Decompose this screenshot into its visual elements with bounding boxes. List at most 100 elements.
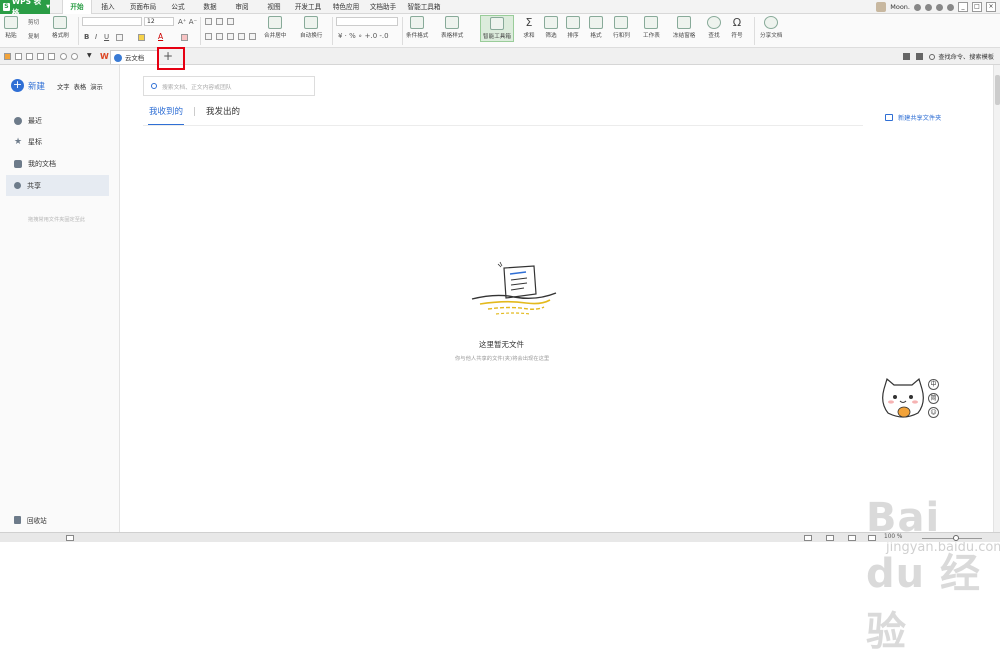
sidebar-item-recent[interactable]: 最近 (0, 110, 108, 131)
zoom-slider-handle[interactable] (953, 534, 959, 541)
new-presentation-link[interactable]: 演示 (90, 82, 103, 91)
save-icon[interactable] (15, 53, 22, 60)
align-right-icon[interactable] (227, 33, 234, 40)
tab-doc-assistant[interactable]: 文档助手 (367, 0, 399, 14)
font-grow-button[interactable]: A⁺ A⁻ (178, 18, 197, 26)
zoom-slider[interactable] (922, 537, 982, 539)
tab-data[interactable]: 数据 (199, 0, 221, 14)
new-share-folder-button[interactable]: 新建共享文件夹 (885, 113, 941, 122)
fill-color-icon[interactable] (138, 34, 145, 41)
page-break-view-icon[interactable] (848, 535, 856, 541)
user-name[interactable]: Moon. (890, 3, 910, 11)
assistant-face-button[interactable]: ☺ (928, 407, 939, 418)
tab-page-layout[interactable]: 页面布局 (124, 0, 162, 14)
share-doc-button[interactable]: 分享文档 (760, 16, 782, 39)
justify-icon[interactable] (238, 33, 245, 40)
sidebar-item-shared[interactable]: 共享 (6, 175, 109, 196)
undo-icon[interactable] (60, 53, 67, 60)
page-layout-view-icon[interactable] (826, 535, 834, 541)
font-name-select[interactable] (82, 17, 142, 26)
scrollbar-thumb[interactable] (995, 75, 1000, 105)
command-search[interactable]: 查找命令、搜索模板 (929, 52, 994, 61)
sort-button[interactable]: 排序 (566, 16, 580, 39)
cut-button[interactable]: 剪切 (28, 18, 39, 26)
format-painter-button[interactable]: 格式刷 (52, 16, 69, 39)
filter-button[interactable]: 筛选 (544, 16, 558, 39)
print-icon[interactable] (37, 53, 44, 60)
scrollbar[interactable] (993, 65, 1000, 532)
row-col-button[interactable]: 行和列 (613, 16, 630, 39)
sheet-nav-icon[interactable] (66, 535, 74, 541)
sum-button[interactable]: Σ 求和 (522, 16, 536, 39)
find-button[interactable]: 查找 (707, 16, 721, 39)
open-folder-icon[interactable] (4, 53, 11, 60)
merge-center-button[interactable]: 合并居中 (264, 16, 286, 39)
tab-review[interactable]: 审阅 (231, 0, 253, 14)
align-center-icon[interactable] (216, 33, 223, 40)
assistant-lang-button[interactable]: 中 (928, 379, 939, 390)
redo-icon[interactable] (71, 53, 78, 60)
tab-features[interactable]: 特色应用 (330, 0, 362, 14)
tab-sent[interactable]: 我发出的 (206, 105, 240, 117)
gear-icon[interactable] (936, 3, 943, 11)
help-icon[interactable] (947, 3, 954, 11)
chevron-down-icon[interactable]: ▼ (87, 52, 92, 59)
border-icon[interactable] (116, 34, 123, 41)
tab-received[interactable]: 我收到的 (149, 105, 183, 117)
fullscreen-icon[interactable] (868, 535, 876, 541)
worksheet-button[interactable]: 工作表 (643, 16, 660, 39)
tab-home[interactable]: 开始 (62, 0, 92, 14)
table-style-button[interactable]: 表格样式 (441, 16, 463, 39)
underline-button[interactable]: U (104, 33, 109, 41)
italic-button[interactable]: I (95, 33, 97, 41)
tab-insert[interactable]: 插入 (97, 0, 119, 14)
smart-toolbox-button[interactable]: 智能工具箱 (480, 15, 514, 42)
clock-icon[interactable] (914, 3, 921, 11)
conditional-format-button[interactable]: 条件格式 (406, 16, 428, 39)
skin-icon[interactable] (925, 3, 932, 11)
format-button[interactable]: 格式 (589, 16, 603, 39)
wps-home-icon[interactable]: W (100, 52, 109, 61)
layout-icon[interactable] (916, 53, 924, 60)
align-bottom-icon[interactable] (227, 18, 234, 25)
align-left-icon[interactable] (205, 33, 212, 40)
wrap-text-button[interactable]: 自动换行 (300, 16, 322, 39)
watermark-brand: Bai du 经验 (866, 495, 982, 655)
font-size-select[interactable]: 12 (144, 17, 174, 26)
align-middle-icon[interactable] (216, 18, 223, 25)
tab-cloud-docs[interactable]: 云文档 (110, 50, 158, 64)
new-spreadsheet-link[interactable]: 表格 (74, 82, 87, 91)
recycle-bin[interactable]: 回收站 (14, 515, 47, 525)
clear-icon[interactable] (181, 34, 188, 41)
tab-view[interactable]: 视图 (263, 0, 285, 14)
assistant-cat-icon[interactable] (878, 375, 928, 425)
normal-view-icon[interactable] (804, 535, 812, 541)
sidebar-item-starred[interactable]: ★ 星标 (0, 131, 108, 152)
new-writer-link[interactable]: 文字 (57, 82, 70, 91)
avatar[interactable] (876, 2, 887, 12)
number-format-buttons[interactable]: ¥ · % ∘ +.0 -.0 (338, 32, 389, 40)
close-button[interactable]: × (986, 2, 996, 12)
symbol-button[interactable]: Ω 符号 (730, 16, 744, 39)
sidebar-item-my-docs[interactable]: 我的文档 (0, 153, 108, 174)
bold-button[interactable]: B (84, 33, 89, 41)
tab-developer[interactable]: 开发工具 (292, 0, 324, 14)
search-input[interactable]: 搜索文档、正文内容或团队 (143, 76, 315, 96)
print-preview-icon[interactable] (26, 53, 33, 60)
tab-smart-toolbox[interactable]: 智能工具箱 (404, 0, 444, 14)
freeze-panes-button[interactable]: 冻结窗格 (673, 16, 695, 39)
message-icon[interactable] (903, 53, 911, 60)
minimize-button[interactable]: _ (958, 2, 968, 12)
assistant-simplified-button[interactable]: 简 (928, 393, 939, 404)
copy-button[interactable]: 复制 (28, 32, 39, 40)
tab-formula[interactable]: 公式 (167, 0, 189, 14)
maximize-button[interactable]: □ (972, 2, 982, 12)
distributed-icon[interactable] (249, 33, 256, 40)
number-format-select[interactable] (336, 17, 398, 26)
app-menu-button[interactable]: S WPS 表格 ▼ (0, 0, 50, 17)
new-button[interactable]: + 新建 (11, 79, 45, 92)
export-icon[interactable] (48, 53, 55, 60)
font-color-button[interactable]: A (158, 32, 163, 41)
paste-button[interactable]: 粘贴 (4, 16, 18, 39)
align-top-icon[interactable] (205, 18, 212, 25)
